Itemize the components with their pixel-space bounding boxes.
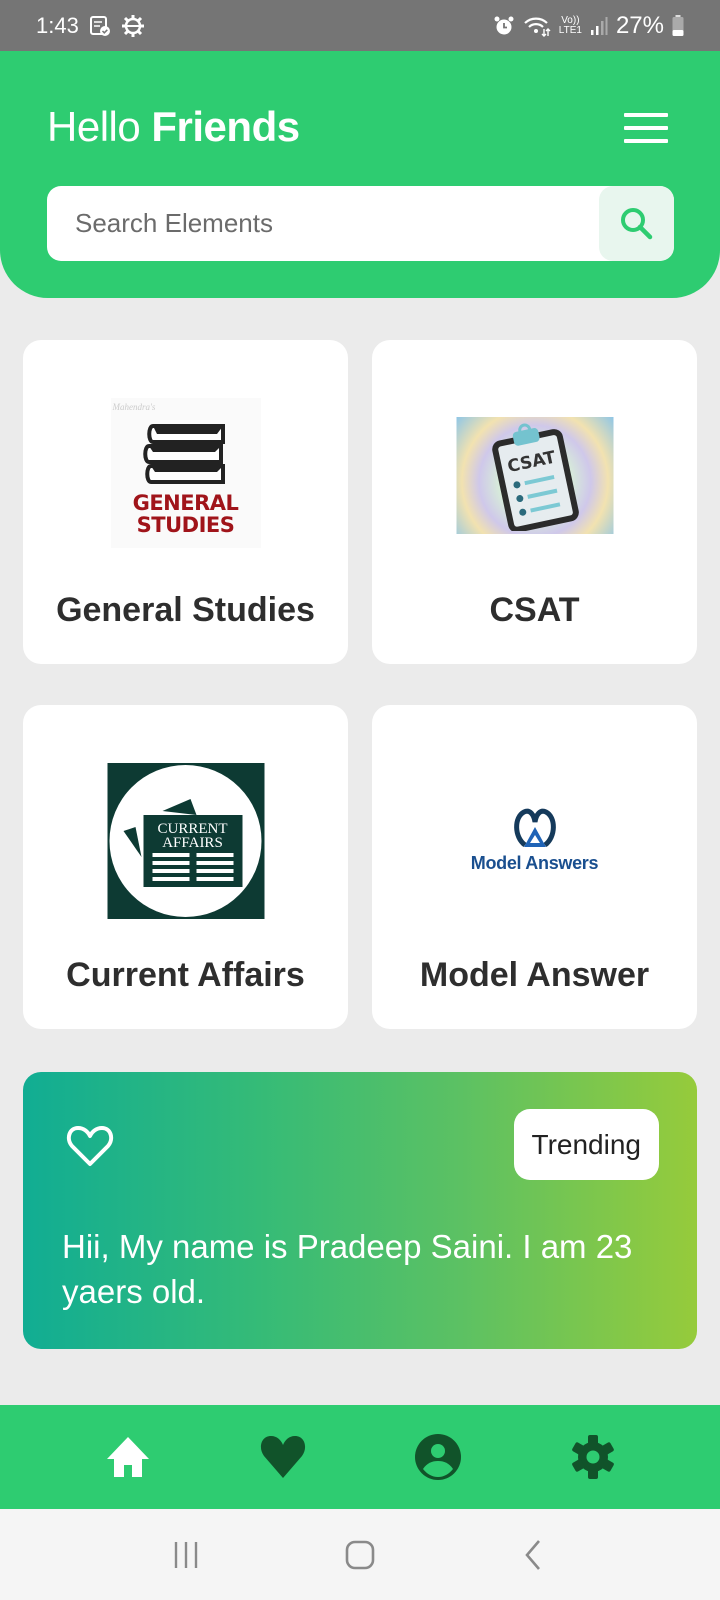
- card-general-studies[interactable]: Mahendra's GENERAL STUDIES General Studi…: [23, 340, 348, 664]
- greeting-title: Hello Friends: [47, 103, 300, 151]
- header: Hello Friends: [0, 51, 720, 298]
- clipboard-icon: CSAT: [492, 423, 579, 531]
- home-icon: [106, 1437, 149, 1477]
- newspaper-affairs-text: AFFAIRS: [162, 835, 223, 851]
- trending-badge[interactable]: Trending: [513, 1109, 659, 1180]
- bottom-nav: [0, 1405, 720, 1509]
- nav-home[interactable]: [88, 1417, 168, 1497]
- image-caption: Mahendra's: [112, 402, 156, 412]
- model-answers-logo-text: Model Answers: [470, 852, 599, 873]
- search-icon: [620, 207, 652, 239]
- hamburger-line: [624, 139, 668, 143]
- back-chevron-icon: [525, 1539, 541, 1570]
- greeting-hello: Hello: [47, 103, 141, 150]
- card-label: Current Affairs: [66, 956, 305, 994]
- wifi-icon: [523, 15, 551, 37]
- hamburger-line: [624, 126, 668, 130]
- favorite-button[interactable]: [66, 1124, 114, 1173]
- search-input[interactable]: [47, 208, 599, 239]
- nav-favorites[interactable]: [243, 1417, 323, 1497]
- system-nav-bar: [0, 1509, 720, 1600]
- battery-percent: 27%: [615, 11, 664, 39]
- search-button[interactable]: [599, 186, 674, 261]
- greeting-name: Friends: [151, 103, 300, 150]
- trending-card[interactable]: Trending Hii, My name is Pradeep Saini. …: [23, 1072, 697, 1349]
- card-csat[interactable]: CSAT CSAT: [372, 340, 697, 664]
- network-type: LTE1: [558, 24, 582, 36]
- search-bar: [47, 186, 674, 261]
- nav-settings[interactable]: [553, 1417, 633, 1497]
- settings-gear-status-icon: [121, 14, 145, 38]
- image-text-studies: STUDIES: [136, 513, 235, 537]
- recent-apps-icon: [174, 1541, 197, 1568]
- recent-apps-button[interactable]: [157, 1525, 217, 1585]
- battery-icon: [672, 14, 684, 37]
- heart-icon: [260, 1436, 305, 1478]
- general-studies-image: Mahendra's GENERAL STUDIES: [110, 398, 261, 548]
- nav-profile[interactable]: [398, 1417, 478, 1497]
- image-text-general: GENERAL: [132, 491, 239, 515]
- notification-task-icon: [89, 15, 111, 37]
- model-answers-logo-icon: [513, 808, 556, 847]
- home-system-button[interactable]: [330, 1525, 390, 1585]
- signal-icon: [590, 16, 608, 36]
- csat-image: CSAT: [456, 417, 613, 534]
- books-stack-icon: [142, 424, 225, 484]
- card-label: General Studies: [56, 591, 315, 629]
- home-square-icon: [345, 1540, 375, 1569]
- status-bar: 1:43 Vo)) LTE1 27%: [0, 0, 720, 51]
- hamburger-line: [624, 113, 668, 117]
- status-time: 1:43: [36, 12, 79, 38]
- heart-outline-icon: [66, 1126, 114, 1166]
- settings-icon: [571, 1435, 614, 1479]
- trending-text: Hii, My name is Pradeep Saini. I am 23 y…: [62, 1228, 633, 1310]
- card-label: Model Answer: [419, 956, 650, 994]
- back-button[interactable]: [503, 1525, 563, 1585]
- category-grid: Mahendra's GENERAL STUDIES General Studi…: [23, 340, 697, 1029]
- menu-button[interactable]: [624, 113, 668, 143]
- alarm-icon: [493, 15, 515, 37]
- model-answers-image: Model Answers: [460, 797, 610, 881]
- card-label: CSAT: [489, 591, 580, 629]
- card-current-affairs[interactable]: CURRENT AFFAIRS Current Affairs: [23, 705, 348, 1029]
- current-affairs-image: CURRENT AFFAIRS: [107, 763, 264, 919]
- profile-icon: [414, 1434, 461, 1480]
- newspaper-icon: CURRENT AFFAIRS: [109, 765, 261, 917]
- lte-icon: Vo)) LTE1: [558, 14, 582, 36]
- card-model-answer[interactable]: Model Answers Model Answer: [372, 705, 697, 1029]
